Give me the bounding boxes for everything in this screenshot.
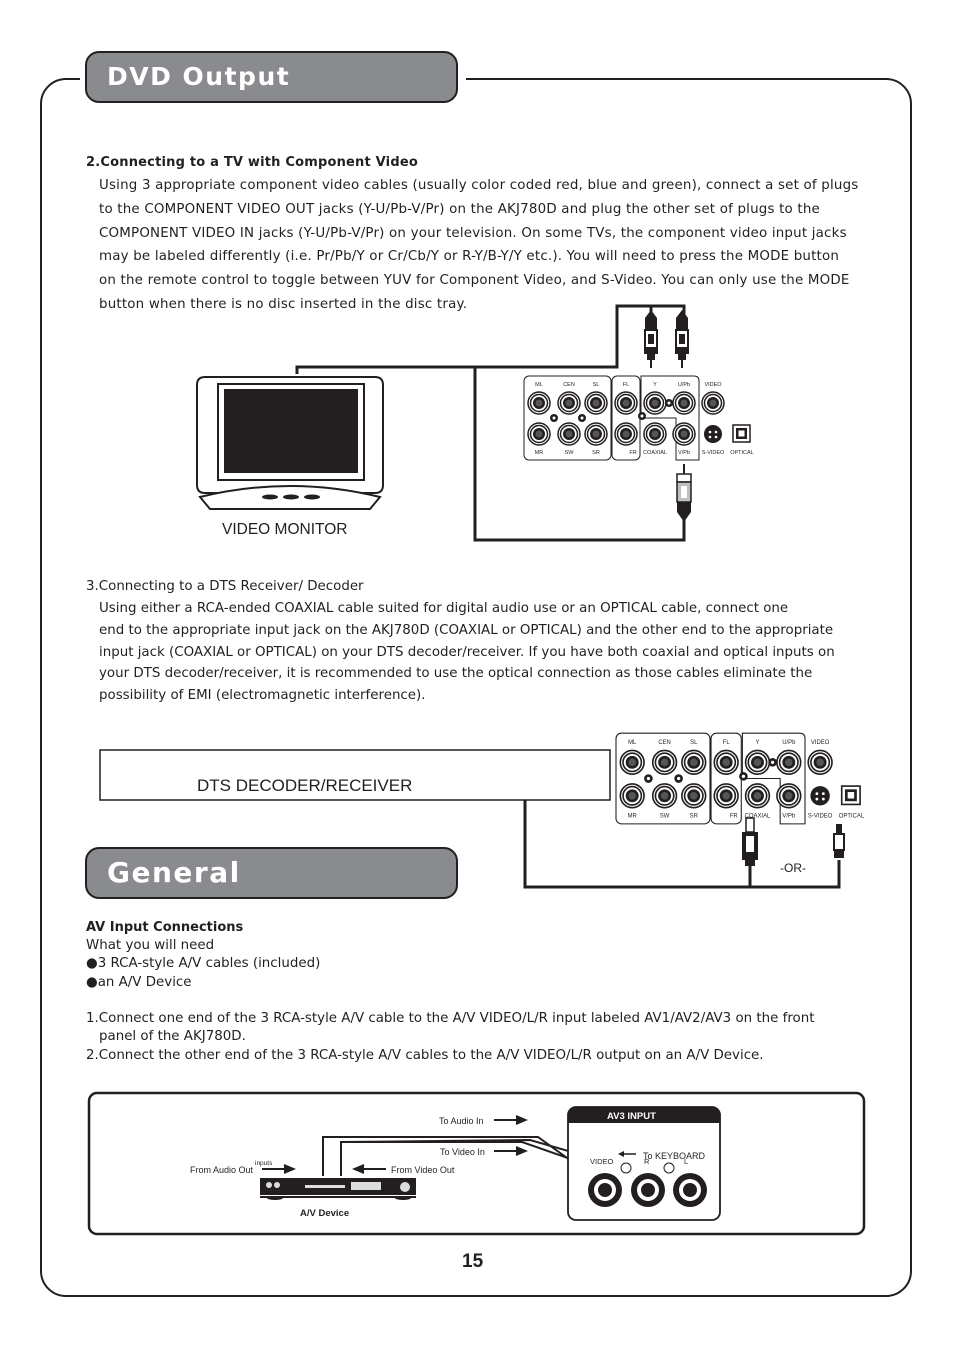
av-input-heading: AV Input Connections	[86, 920, 244, 935]
jack-label: V/Pb	[678, 450, 690, 456]
bullet-text: an A/V Device	[97, 975, 192, 990]
text-line: your DTS decoder/receiver, it is recomme…	[99, 666, 813, 682]
rca-jack-icon	[672, 422, 696, 446]
rca-jack-icon	[614, 391, 638, 415]
rca-jack-icon	[527, 391, 551, 415]
bullet-icon: ●	[86, 975, 98, 990]
jack-label: SL	[593, 382, 600, 388]
rca-plug-icon	[644, 310, 658, 368]
jack-label: SR	[592, 450, 600, 456]
jack-label: SW	[565, 450, 575, 456]
rca-jack-icon	[643, 422, 667, 446]
rca-jack-icon	[527, 422, 551, 446]
page-number: 15	[462, 1251, 484, 1272]
bullet-item: ●3 RCA-style A/V cables (included)	[86, 955, 320, 974]
rca-jack-icon	[557, 391, 581, 415]
rca-plug-icon	[676, 464, 692, 522]
text-line: end to the appropriate input jack on the…	[99, 622, 834, 638]
rca-jack-icon	[584, 391, 608, 415]
bullet-text: 3 RCA-style A/V cables (included)	[97, 956, 321, 971]
rca-jack-icon	[701, 391, 725, 415]
jack-label: Y	[653, 382, 657, 388]
jack-label: CEN	[563, 382, 575, 388]
text-line: possibility of EMI (electromagnetic inte…	[99, 688, 426, 704]
section-heading-dts: 3.Connecting to a DTS Receiver/ Decoder	[86, 579, 364, 594]
jack-label: COAXIAL	[643, 450, 667, 456]
bullet-item: ●an A/V Device	[86, 974, 192, 993]
text-line: Using either a RCA-ended COAXIAL cable s…	[99, 601, 789, 616]
dts-paragraph: Using either a RCA-ended COAXIAL cable s…	[99, 598, 889, 707]
rca-jack-icon	[557, 422, 581, 446]
av-jack-panel: ML CEN SL FL Y U/Pb VIDEO MR SW SR FR COAXIAL V/Pb S-…	[523, 375, 754, 461]
jack-label: U/Pb	[678, 382, 690, 388]
step-1-cont: panel of the AKJ780D.	[99, 1029, 246, 1044]
video-monitor-label: VIDEO MONITOR	[222, 521, 347, 538]
optical-jack-icon	[732, 424, 751, 443]
rca-jack-icon	[584, 422, 608, 446]
rca-plug-icon	[675, 310, 689, 368]
jack-label: ML	[535, 382, 543, 388]
step-2: 2.Connect the other end of the 3 RCA-sty…	[86, 1048, 764, 1063]
rca-jack-icon	[643, 391, 667, 415]
jack-label: MR	[535, 450, 544, 456]
s-video-jack-icon	[704, 425, 722, 443]
jack-label: VIDEO	[704, 382, 722, 388]
rca-jack-icon	[672, 391, 696, 415]
jack-label: OPTICAL	[730, 450, 754, 456]
step-1: 1.Connect one end of the 3 RCA-style A/V…	[86, 1011, 815, 1026]
section-banner-general: General Connections	[85, 847, 458, 937]
jack-label: FL	[623, 382, 629, 388]
bullet-icon: ●	[86, 956, 98, 971]
rca-jack-icon	[614, 422, 638, 446]
what-you-need: What you will need	[86, 938, 215, 953]
jack-label: S-VIDEO	[702, 450, 725, 456]
video-monitor-icon	[196, 376, 384, 510]
jack-label: FR	[629, 450, 636, 456]
text-line: input jack (COAXIAL or OPTICAL) on your …	[99, 644, 835, 660]
